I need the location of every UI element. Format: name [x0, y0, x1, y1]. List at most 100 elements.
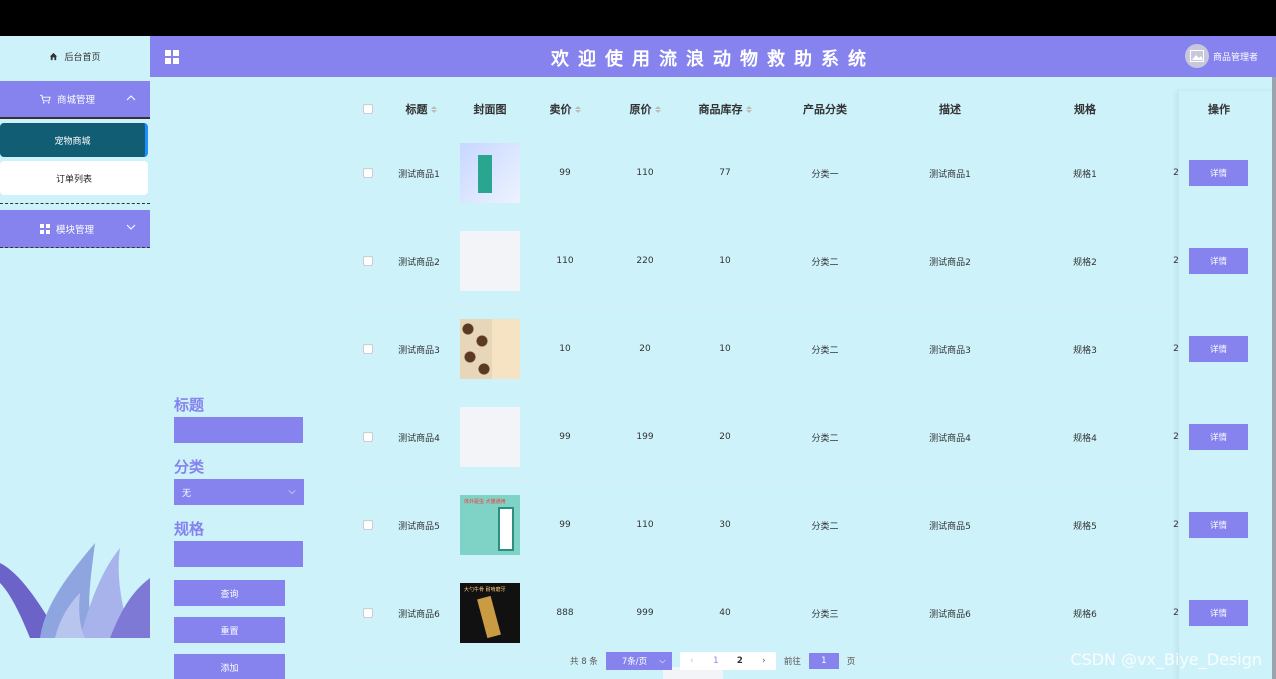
detail-button[interactable]: 详情	[1189, 248, 1248, 274]
spec-filter-label: 规格	[174, 520, 205, 538]
reset-button[interactable]: 重置	[174, 617, 285, 643]
detail-button[interactable]: 详情	[1189, 336, 1248, 362]
cell-title: 测试商品1	[398, 169, 440, 180]
goto-suffix: 页	[846, 657, 856, 667]
column-header-price[interactable]: 卖价	[530, 91, 600, 127]
table-row: 测试商品2 110 220 10 分类二 测试商品2 规格2 2	[350, 217, 1276, 305]
screen-top-bar	[0, 0, 1276, 36]
row-checkbox[interactable]	[360, 129, 376, 217]
avatar	[1184, 44, 1209, 68]
sidebar-item-home[interactable]: 后台首页	[0, 36, 150, 76]
chevron-up-icon	[126, 95, 136, 101]
cover-image	[460, 231, 520, 291]
detail-button[interactable]: 详情	[1189, 600, 1248, 626]
cell-price: 99	[559, 432, 571, 442]
row-checkbox[interactable]	[360, 217, 376, 305]
cover-image	[460, 319, 520, 379]
divider	[0, 203, 150, 204]
cell-cover: 体外驱虫 犬猫通用	[460, 481, 520, 569]
cell-original-price: 199	[636, 432, 654, 442]
product-table: 标题 封面图 卖价 原价 商品库存 产品分类 描述 规格 测试商品1 99 110 7…	[350, 77, 1276, 679]
column-header-operations: 操作	[1208, 103, 1230, 116]
detail-button[interactable]: 详情	[1189, 160, 1248, 186]
next-page-button[interactable]: ›	[752, 656, 776, 666]
chevron-down-icon	[126, 224, 136, 230]
chevron-down-icon	[659, 659, 666, 663]
cell-original-price: 110	[636, 168, 654, 178]
cell-category: 分类二	[811, 257, 839, 268]
sidebar-group-modules[interactable]: 模块管理	[0, 210, 150, 248]
cell-spec: 规格2	[1073, 257, 1097, 268]
cell-category: 分类二	[811, 521, 839, 532]
cell-stock: 30	[719, 520, 731, 530]
cell-price: 10	[559, 344, 571, 354]
page-nav: ‹ 1 2 ›	[679, 652, 776, 670]
table-row: 测试商品5 体外驱虫 犬猫通用 99 110 30 分类二 测试商品5 规格5 2	[350, 481, 1276, 569]
cell-category: 分类二	[811, 345, 839, 356]
sidebar-item-pet-shop[interactable]: 宠物商城	[0, 123, 148, 157]
category-filter-select[interactable]: 无	[174, 479, 304, 505]
detail-button[interactable]: 详情	[1189, 512, 1248, 538]
sort-icon[interactable]	[430, 105, 437, 113]
cell-cover	[460, 393, 520, 481]
pagination: 共 8 条 7条/页 ‹ 1 2 › 前往 1 页	[570, 651, 855, 671]
goto-prefix: 前往	[783, 657, 801, 667]
row-checkbox[interactable]	[360, 569, 376, 657]
cell-price: 99	[559, 520, 571, 530]
cell-stock: 10	[719, 256, 731, 266]
cell-title: 测试商品2	[398, 257, 440, 268]
cell-description: 测试商品3	[929, 345, 971, 356]
cell-spec: 规格5	[1073, 521, 1097, 532]
sort-icon[interactable]	[745, 105, 752, 113]
goto-page-input[interactable]: 1	[808, 653, 839, 669]
cell-price: 110	[556, 256, 574, 266]
row-checkbox[interactable]	[360, 393, 376, 481]
spec-filter-input[interactable]	[174, 541, 303, 567]
cell-category: 分类一	[811, 169, 839, 180]
scrollbar[interactable]	[1272, 77, 1276, 679]
cell-price: 99	[559, 168, 571, 178]
table-header: 标题 封面图 卖价 原价 商品库存 产品分类 描述 规格	[350, 91, 1276, 127]
cell-stock: 77	[719, 168, 731, 178]
row-checkbox[interactable]	[360, 305, 376, 393]
operations-column: 操作 详情 详情 详情 详情 详情 详情	[1179, 91, 1276, 679]
prev-page-button[interactable]: ‹	[680, 656, 704, 666]
sidebar-group-shop[interactable]: 商城管理	[0, 81, 150, 119]
page-2-button[interactable]: 2	[728, 656, 752, 666]
main-content: 标题 分类 无 规格 查询 重置 添加 标题 封面图 卖价 原价 商品库存 产品…	[150, 77, 1276, 679]
cell-title: 测试商品5	[398, 521, 440, 532]
cart-icon	[40, 94, 51, 104]
sort-icon[interactable]	[654, 105, 661, 113]
page-1-button[interactable]: 1	[704, 656, 728, 666]
cell-cover	[460, 217, 520, 305]
table-row: 测试商品6 大勺牛骨 耐啃磨牙 888 999 40 分类三 测试商品6 规格6 2	[350, 569, 1276, 657]
category-filter-value: 无	[182, 488, 192, 499]
column-header-original-price[interactable]: 原价	[610, 91, 680, 127]
sidebar-group-modules-label: 模块管理	[56, 224, 95, 236]
column-header-description: 描述	[939, 103, 961, 116]
cell-spec: 规格3	[1073, 345, 1097, 356]
row-checkbox[interactable]	[360, 481, 376, 569]
query-button[interactable]: 查询	[174, 580, 285, 606]
decorative-plant-illustration	[0, 543, 150, 638]
cell-cover	[460, 305, 520, 393]
sort-icon[interactable]	[574, 105, 581, 113]
title-filter-input[interactable]	[174, 417, 303, 443]
page-size-select[interactable]: 7条/页	[605, 652, 672, 670]
column-header-title[interactable]: 标题	[386, 91, 456, 127]
cell-category: 分类二	[811, 433, 839, 444]
search-panel: 标题 分类 无 规格 查询 重置 添加	[174, 394, 304, 679]
cell-spec: 规格1	[1073, 169, 1097, 180]
cell-spec: 规格6	[1073, 609, 1097, 620]
cell-title: 测试商品4	[398, 433, 440, 444]
detail-button[interactable]: 详情	[1189, 424, 1248, 450]
cover-image	[460, 407, 520, 467]
select-all-checkbox[interactable]	[360, 91, 376, 127]
sidebar-item-orders[interactable]: 订单列表	[0, 161, 148, 195]
column-header-spec: 规格	[1074, 103, 1096, 116]
cell-original-price: 220	[636, 256, 654, 266]
cell-original-price: 999	[636, 608, 654, 618]
user-menu[interactable]: 商品管理者	[1184, 44, 1258, 68]
column-header-stock[interactable]: 商品库存	[680, 91, 770, 127]
add-button[interactable]: 添加	[174, 654, 285, 679]
